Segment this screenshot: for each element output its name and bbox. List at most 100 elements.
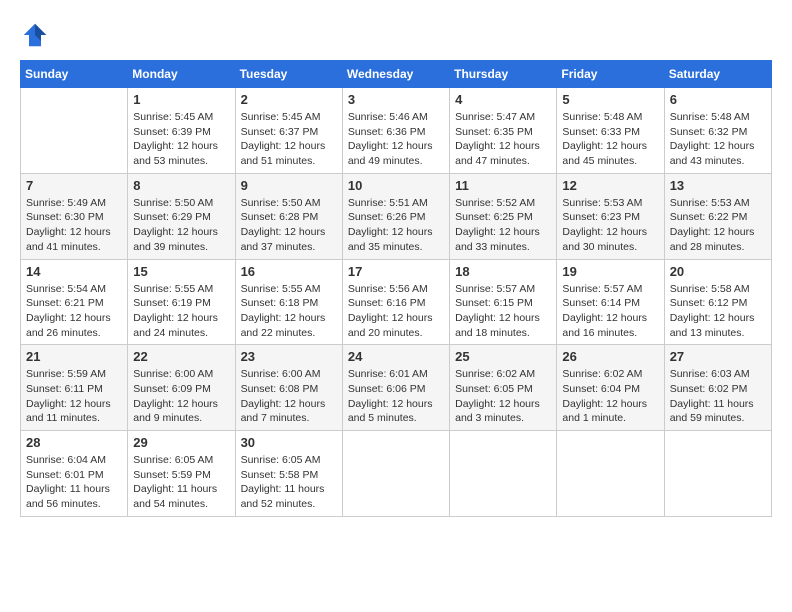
calendar-cell: 19Sunrise: 5:57 AM Sunset: 6:14 PM Dayli… <box>557 259 664 345</box>
day-number: 3 <box>348 92 444 107</box>
cell-info: Sunrise: 5:53 AM Sunset: 6:22 PM Dayligh… <box>670 196 766 255</box>
cell-info: Sunrise: 6:02 AM Sunset: 6:05 PM Dayligh… <box>455 367 551 426</box>
cell-info: Sunrise: 6:00 AM Sunset: 6:09 PM Dayligh… <box>133 367 229 426</box>
day-number: 10 <box>348 178 444 193</box>
calendar-cell: 10 Sunrise: 5:51 AM Sunset: 6:26 PM Dayli… <box>342 173 449 259</box>
calendar-cell: 8 Sunrise: 5:50 AM Sunset: 6:29 PM Daylig… <box>128 173 235 259</box>
cell-info: Sunrise: 5:45 AM Sunset: 6:39 PM Dayligh… <box>133 110 229 169</box>
calendar-cell: 7 Sunrise: 5:49 AM Sunset: 6:30 PM Daylig… <box>21 173 128 259</box>
week-row-1: 1 Sunrise: 5:45 AM Sunset: 6:39 PM Daylig… <box>21 88 772 174</box>
calendar-cell: 16 Sunrise: 5:55 AM Sunset: 6:18 PM Dayli… <box>235 259 342 345</box>
day-number: 29 <box>133 435 229 450</box>
cell-info: Sunrise: 5:53 AM Sunset: 6:23 PM Dayligh… <box>562 196 658 255</box>
page-header <box>20 20 772 50</box>
calendar-cell: 15 Sunrise: 5:55 AM Sunset: 6:19 PM Dayli… <box>128 259 235 345</box>
cell-info: Sunrise: 6:01 AM Sunset: 6:06 PM Dayligh… <box>348 367 444 426</box>
day-number: 30 <box>241 435 337 450</box>
day-number: 18 <box>455 264 551 279</box>
calendar-cell: 4 Sunrise: 5:47 AM Sunset: 6:35 PM Daylig… <box>450 88 557 174</box>
week-row-5: 28Sunrise: 6:04 AM Sunset: 6:01 PM Dayli… <box>21 431 772 517</box>
cell-info: Sunrise: 5:55 AM Sunset: 6:19 PM Dayligh… <box>133 282 229 341</box>
cell-info: Sunrise: 5:59 AM Sunset: 6:11 PM Dayligh… <box>26 367 122 426</box>
calendar-cell: 11Sunrise: 5:52 AM Sunset: 6:25 PM Dayli… <box>450 173 557 259</box>
calendar-cell <box>664 431 771 517</box>
calendar-cell: 26 Sunrise: 6:02 AM Sunset: 6:04 PM Dayli… <box>557 345 664 431</box>
cell-info: Sunrise: 5:47 AM Sunset: 6:35 PM Dayligh… <box>455 110 551 169</box>
day-number: 26 <box>562 349 658 364</box>
day-number: 4 <box>455 92 551 107</box>
calendar-cell: 28Sunrise: 6:04 AM Sunset: 6:01 PM Dayli… <box>21 431 128 517</box>
calendar-cell: 30 Sunrise: 6:05 AM Sunset: 5:58 PM Dayli… <box>235 431 342 517</box>
calendar-cell: 17 Sunrise: 5:56 AM Sunset: 6:16 PM Dayli… <box>342 259 449 345</box>
calendar-cell: 24 Sunrise: 6:01 AM Sunset: 6:06 PM Dayli… <box>342 345 449 431</box>
calendar-header-row: SundayMondayTuesdayWednesdayThursdayFrid… <box>21 61 772 88</box>
logo <box>20 20 54 50</box>
cell-info: Sunrise: 5:57 AM Sunset: 6:15 PM Dayligh… <box>455 282 551 341</box>
day-number: 20 <box>670 264 766 279</box>
cell-info: Sunrise: 5:50 AM Sunset: 6:29 PM Dayligh… <box>133 196 229 255</box>
cell-info: Sunrise: 5:57 AM Sunset: 6:14 PM Dayligh… <box>562 282 658 341</box>
day-number: 1 <box>133 92 229 107</box>
calendar-cell: 29 Sunrise: 6:05 AM Sunset: 5:59 PM Dayli… <box>128 431 235 517</box>
day-number: 5 <box>562 92 658 107</box>
cell-info: Sunrise: 6:05 AM Sunset: 5:58 PM Dayligh… <box>241 453 337 512</box>
day-number: 21 <box>26 349 122 364</box>
cell-info: Sunrise: 6:02 AM Sunset: 6:04 PM Dayligh… <box>562 367 658 426</box>
day-number: 16 <box>241 264 337 279</box>
calendar-cell <box>450 431 557 517</box>
day-number: 7 <box>26 178 122 193</box>
calendar-cell <box>342 431 449 517</box>
day-number: 8 <box>133 178 229 193</box>
logo-icon <box>20 20 50 50</box>
day-number: 12 <box>562 178 658 193</box>
cell-info: Sunrise: 5:46 AM Sunset: 6:36 PM Dayligh… <box>348 110 444 169</box>
cell-info: Sunrise: 5:56 AM Sunset: 6:16 PM Dayligh… <box>348 282 444 341</box>
day-number: 9 <box>241 178 337 193</box>
calendar-cell <box>21 88 128 174</box>
col-header-thursday: Thursday <box>450 61 557 88</box>
calendar-cell: 5 Sunrise: 5:48 AM Sunset: 6:33 PM Daylig… <box>557 88 664 174</box>
col-header-friday: Friday <box>557 61 664 88</box>
col-header-saturday: Saturday <box>664 61 771 88</box>
calendar-cell: 18 Sunrise: 5:57 AM Sunset: 6:15 PM Dayli… <box>450 259 557 345</box>
cell-info: Sunrise: 5:48 AM Sunset: 6:32 PM Dayligh… <box>670 110 766 169</box>
cell-info: Sunrise: 6:03 AM Sunset: 6:02 PM Dayligh… <box>670 367 766 426</box>
calendar-cell: 23 Sunrise: 6:00 AM Sunset: 6:08 PM Dayli… <box>235 345 342 431</box>
day-number: 22 <box>133 349 229 364</box>
cell-info: Sunrise: 5:58 AM Sunset: 6:12 PM Dayligh… <box>670 282 766 341</box>
day-number: 11 <box>455 178 551 193</box>
cell-info: Sunrise: 5:48 AM Sunset: 6:33 PM Dayligh… <box>562 110 658 169</box>
cell-info: Sunrise: 5:51 AM Sunset: 6:26 PM Dayligh… <box>348 196 444 255</box>
day-number: 24 <box>348 349 444 364</box>
calendar-cell: 2 Sunrise: 5:45 AM Sunset: 6:37 PM Daylig… <box>235 88 342 174</box>
col-header-tuesday: Tuesday <box>235 61 342 88</box>
cell-info: Sunrise: 5:54 AM Sunset: 6:21 PM Dayligh… <box>26 282 122 341</box>
cell-info: Sunrise: 6:05 AM Sunset: 5:59 PM Dayligh… <box>133 453 229 512</box>
day-number: 27 <box>670 349 766 364</box>
day-number: 14 <box>26 264 122 279</box>
day-number: 23 <box>241 349 337 364</box>
day-number: 13 <box>670 178 766 193</box>
calendar-cell: 12 Sunrise: 5:53 AM Sunset: 6:23 PM Dayli… <box>557 173 664 259</box>
calendar-cell: 21 Sunrise: 5:59 AM Sunset: 6:11 PM Dayli… <box>21 345 128 431</box>
cell-info: Sunrise: 5:49 AM Sunset: 6:30 PM Dayligh… <box>26 196 122 255</box>
day-number: 25 <box>455 349 551 364</box>
day-number: 2 <box>241 92 337 107</box>
calendar-cell: 6 Sunrise: 5:48 AM Sunset: 6:32 PM Daylig… <box>664 88 771 174</box>
cell-info: Sunrise: 6:04 AM Sunset: 6:01 PM Dayligh… <box>26 453 122 512</box>
cell-info: Sunrise: 6:00 AM Sunset: 6:08 PM Dayligh… <box>241 367 337 426</box>
cell-info: Sunrise: 5:55 AM Sunset: 6:18 PM Dayligh… <box>241 282 337 341</box>
calendar-cell: 14 Sunrise: 5:54 AM Sunset: 6:21 PM Dayli… <box>21 259 128 345</box>
calendar-table: SundayMondayTuesdayWednesdayThursdayFrid… <box>20 60 772 517</box>
calendar-cell: 22 Sunrise: 6:00 AM Sunset: 6:09 PM Dayli… <box>128 345 235 431</box>
day-number: 15 <box>133 264 229 279</box>
col-header-monday: Monday <box>128 61 235 88</box>
calendar-cell: 13 Sunrise: 5:53 AM Sunset: 6:22 PM Dayli… <box>664 173 771 259</box>
cell-info: Sunrise: 5:45 AM Sunset: 6:37 PM Dayligh… <box>241 110 337 169</box>
week-row-4: 21 Sunrise: 5:59 AM Sunset: 6:11 PM Dayli… <box>21 345 772 431</box>
day-number: 17 <box>348 264 444 279</box>
day-number: 6 <box>670 92 766 107</box>
calendar-cell <box>557 431 664 517</box>
calendar-cell: 27 Sunrise: 6:03 AM Sunset: 6:02 PM Dayli… <box>664 345 771 431</box>
week-row-3: 14 Sunrise: 5:54 AM Sunset: 6:21 PM Dayli… <box>21 259 772 345</box>
